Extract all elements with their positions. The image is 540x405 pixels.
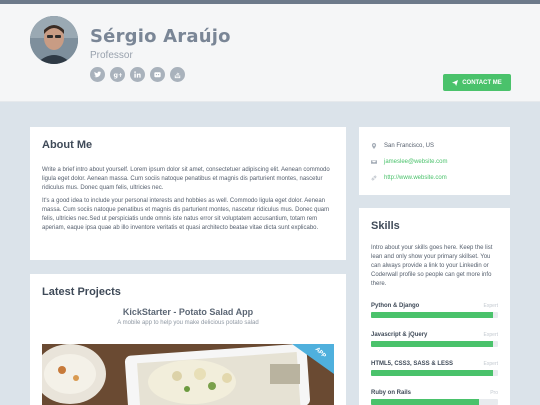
skill-progress-bar	[371, 399, 498, 405]
profile-header: Sérgio Araújo Professor g+ CONTACT ME	[0, 4, 540, 102]
avatar	[30, 16, 78, 64]
skills-section: Skills Intro about your skills goes here…	[359, 208, 510, 405]
email-row: jameslee@website.com	[371, 157, 498, 166]
skill-progress-bar	[371, 312, 498, 318]
skill-item: HTML5, CSS3, SASS & LESS Expert	[371, 361, 498, 376]
skill-progress-fill	[371, 341, 493, 347]
projects-section: Latest Projects KickStarter - Potato Sal…	[30, 274, 346, 405]
profile-name: Sérgio Araújo	[90, 26, 231, 47]
about-heading: About Me	[42, 139, 93, 151]
website-link[interactable]: http://www.website.com	[384, 175, 447, 181]
skill-name: Ruby on Rails	[371, 390, 412, 396]
skill-name: Javascript & jQuery	[371, 332, 428, 338]
google-plus-icon[interactable]: g+	[110, 67, 125, 82]
project-title[interactable]: KickStarter - Potato Salad App	[42, 307, 334, 317]
about-section: About Me Write a brief intro about yours…	[30, 127, 346, 260]
svg-text:g+: g+	[113, 72, 122, 79]
skill-item: Ruby on Rails Pro	[371, 390, 498, 405]
skill-item: Javascript & jQuery Expert	[371, 332, 498, 347]
contact-me-button[interactable]: CONTACT ME	[443, 74, 511, 91]
skill-progress-fill	[371, 370, 493, 376]
skills-intro: Intro about your skills goes here. Keep …	[371, 245, 493, 287]
project-image[interactable]: APP	[42, 344, 334, 405]
email-link[interactable]: jameslee@website.com	[384, 159, 447, 165]
linkedin-icon[interactable]	[130, 67, 145, 82]
map-marker-icon	[371, 142, 377, 149]
location-text: San Francisco, US	[384, 142, 435, 149]
skill-name: HTML5, CSS3, SASS & LESS	[371, 361, 454, 367]
skill-progress-bar	[371, 370, 498, 376]
profile-title: Professor	[90, 50, 133, 61]
link-icon	[371, 175, 377, 180]
twitter-icon[interactable]	[90, 67, 105, 82]
about-paragraph: It's a good idea to include your persona…	[42, 198, 330, 231]
github-icon[interactable]	[150, 67, 165, 82]
skill-level: Expert	[483, 361, 498, 367]
skill-progress-fill	[371, 312, 493, 318]
stack-overflow-icon[interactable]	[170, 67, 185, 82]
skill-level: Expert	[483, 303, 498, 309]
paper-plane-icon	[452, 79, 459, 86]
projects-heading: Latest Projects	[42, 286, 121, 298]
skill-name: Python & Django	[371, 303, 420, 309]
skills-heading: Skills	[371, 220, 400, 232]
location-row: San Francisco, US	[371, 141, 498, 150]
contact-info-section: San Francisco, US jameslee@website.com h…	[359, 127, 510, 195]
envelope-icon	[371, 159, 377, 164]
project-subtitle: A mobile app to help you make delicious …	[117, 320, 259, 326]
skill-progress-fill	[371, 399, 479, 405]
skill-progress-bar	[371, 341, 498, 347]
skill-level: Expert	[483, 332, 498, 338]
social-links: g+	[90, 67, 185, 82]
contact-me-label: CONTACT ME	[462, 79, 502, 86]
about-paragraph: Write a brief intro about yourself. Lore…	[42, 167, 330, 191]
website-row: http://www.website.com	[371, 173, 498, 182]
skill-level: Pro	[490, 390, 498, 396]
skill-item: Python & Django Expert	[371, 303, 498, 318]
